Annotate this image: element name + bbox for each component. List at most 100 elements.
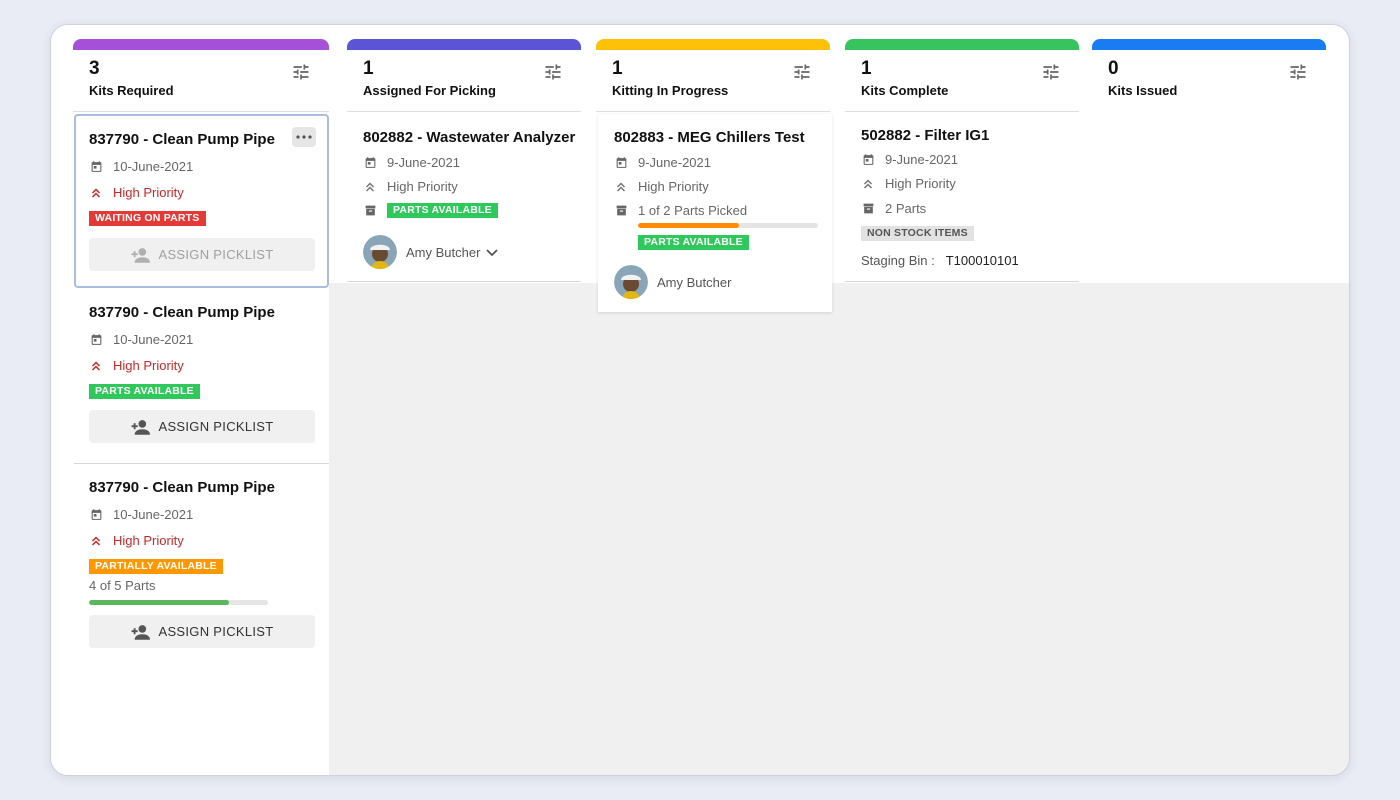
- kit-priority: High Priority: [113, 533, 184, 548]
- kit-card[interactable]: 502882 - Filter IG1 9-June-2021 High Pri…: [845, 114, 1079, 282]
- filter-icon[interactable]: [291, 62, 311, 82]
- column-header: 3 Kits Required: [73, 50, 329, 112]
- filter-icon[interactable]: [1288, 62, 1308, 82]
- double-chevron-up-icon: [89, 359, 103, 373]
- archive-box-icon: [614, 204, 628, 218]
- kit-card[interactable]: 802882 - Wastewater Analyzer 9-June-2021…: [347, 114, 581, 282]
- date-row: 10-June-2021: [89, 332, 193, 347]
- status-badge: NON STOCK ITEMS: [861, 226, 974, 241]
- calendar-icon: [89, 160, 103, 174]
- parts-picked: 1 of 2 Parts Picked: [638, 203, 748, 218]
- calendar-icon: [89, 508, 103, 522]
- filter-icon[interactable]: [1041, 62, 1061, 82]
- assignee-dropdown[interactable]: Amy Butcher: [406, 245, 499, 260]
- kit-date: 10-June-2021: [113, 332, 194, 347]
- archive-box-icon: [861, 202, 875, 216]
- double-chevron-up-icon: [89, 534, 103, 548]
- parts-count: 4 of 5 Parts: [89, 578, 156, 593]
- kit-card[interactable]: 837790 - Clean Pump Pipe 10-June-2021 Hi…: [74, 114, 329, 288]
- kit-title: 502882 - Filter IG1: [861, 127, 990, 144]
- kit-card[interactable]: 837790 - Clean Pump Pipe 10-June-2021 Hi…: [74, 464, 329, 664]
- column-color-bar: [73, 39, 329, 50]
- kit-title: 837790 - Clean Pump Pipe: [89, 479, 275, 496]
- priority-row: High Priority: [89, 533, 184, 548]
- column-kits-required: 3 Kits Required: [73, 39, 329, 112]
- column-title: Kits Issued: [1108, 83, 1178, 98]
- column-header: 0 Kits Issued: [1092, 50, 1326, 112]
- priority-row: High Priority: [89, 185, 184, 200]
- assign-picklist-label: ASSIGN PICKLIST: [158, 419, 274, 434]
- column-header: 1 Kitting In Progress: [596, 50, 830, 112]
- archive-box-icon: [363, 204, 377, 218]
- column-assigned-for-picking: 1 Assigned For Picking: [347, 39, 581, 112]
- add-person-icon: [130, 624, 151, 640]
- calendar-icon: [614, 156, 628, 170]
- column-color-bar: [845, 39, 1079, 50]
- add-person-icon: [130, 247, 151, 263]
- kit-card[interactable]: 837790 - Clean Pump Pipe 10-June-2021 Hi…: [74, 289, 329, 463]
- parts-row: 1 of 2 Parts Picked: [614, 203, 747, 218]
- filter-icon[interactable]: [543, 62, 563, 82]
- status-badge: PARTS AVAILABLE: [638, 235, 749, 250]
- status-badge: PARTS AVAILABLE: [89, 384, 200, 399]
- priority-row: High Priority: [614, 179, 709, 194]
- staging-bin-row: Staging Bin : T100010101: [861, 253, 1019, 268]
- column-kits-issued: 0 Kits Issued: [1092, 39, 1326, 112]
- column-kitting-in-progress: 1 Kitting In Progress: [596, 39, 830, 112]
- chevron-down-icon: [486, 248, 499, 256]
- column-color-bar: [1092, 39, 1326, 50]
- kit-date: 10-June-2021: [113, 159, 194, 174]
- column-header: 1 Kits Complete: [845, 50, 1079, 112]
- parts-progress-bar: [638, 223, 818, 228]
- kit-title: 837790 - Clean Pump Pipe: [89, 304, 275, 321]
- more-options-icon[interactable]: [292, 127, 316, 147]
- parts-row: PARTS AVAILABLE: [363, 203, 498, 218]
- date-row: 9-June-2021: [861, 152, 958, 167]
- add-person-icon: [130, 419, 151, 435]
- double-chevron-up-icon: [89, 186, 103, 200]
- kit-priority: High Priority: [113, 185, 184, 200]
- filter-icon[interactable]: [792, 62, 812, 82]
- parts-row: 2 Parts: [861, 201, 926, 216]
- status-badge: WAITING ON PARTS: [89, 211, 206, 226]
- kit-priority: High Priority: [638, 179, 709, 194]
- priority-row: High Priority: [89, 358, 184, 373]
- parts-progress-fill: [638, 223, 739, 228]
- kit-card[interactable]: 802883 - MEG Chillers Test 9-June-2021 H…: [598, 114, 832, 312]
- avatar: [614, 265, 648, 299]
- kit-date: 9-June-2021: [387, 155, 460, 170]
- kit-priority: High Priority: [387, 179, 458, 194]
- staging-bin-label: Staging Bin :: [861, 253, 935, 268]
- kit-title: 802882 - Wastewater Analyzer: [363, 129, 576, 146]
- parts-progress-fill: [89, 600, 229, 605]
- assign-picklist-button[interactable]: ASSIGN PICKLIST: [89, 615, 315, 648]
- kit-date: 9-June-2021: [885, 152, 958, 167]
- assign-picklist-button[interactable]: ASSIGN PICKLIST: [89, 238, 315, 271]
- avatar: [363, 235, 397, 269]
- assign-picklist-label: ASSIGN PICKLIST: [158, 247, 274, 262]
- column-title: Kits Complete: [861, 83, 949, 98]
- kit-priority: High Priority: [885, 176, 956, 191]
- calendar-icon: [89, 333, 103, 347]
- double-chevron-up-icon: [614, 180, 628, 194]
- assign-picklist-label: ASSIGN PICKLIST: [158, 624, 274, 639]
- priority-row: High Priority: [363, 179, 458, 194]
- column-kits-complete: 1 Kits Complete: [845, 39, 1079, 112]
- parts-progress-bar: [89, 600, 268, 605]
- column-title: Assigned For Picking: [363, 83, 496, 98]
- double-chevron-up-icon: [363, 180, 377, 194]
- staging-bin-value: T100010101: [945, 253, 1019, 268]
- column-title: Kits Required: [89, 83, 174, 98]
- date-row: 9-June-2021: [614, 155, 711, 170]
- kit-priority: High Priority: [113, 358, 184, 373]
- column-header: 1 Assigned For Picking: [347, 50, 581, 112]
- date-row: 9-June-2021: [363, 155, 460, 170]
- calendar-icon: [861, 153, 875, 167]
- assignee-name: Amy Butcher: [657, 275, 732, 290]
- kitting-board: 3 Kits Required 1 Assigned For Picking 1…: [50, 24, 1350, 776]
- assignee-name: Amy Butcher: [406, 245, 481, 260]
- double-chevron-up-icon: [861, 177, 875, 191]
- assign-picklist-button[interactable]: ASSIGN PICKLIST: [89, 410, 315, 443]
- calendar-icon: [363, 156, 377, 170]
- status-badge: PARTS AVAILABLE: [387, 203, 498, 218]
